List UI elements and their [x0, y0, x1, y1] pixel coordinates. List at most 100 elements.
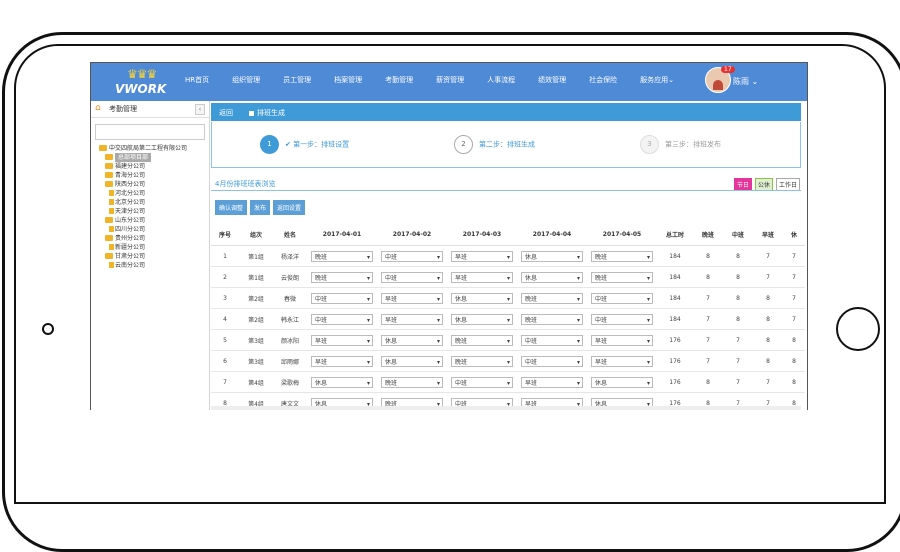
- tree-item[interactable]: 云南分公司: [95, 261, 209, 270]
- nav-item[interactable]: 考勤管理: [385, 75, 413, 85]
- shift-select[interactable]: 早班: [381, 292, 443, 305]
- table-cell: 8: [753, 329, 783, 351]
- shift-select[interactable]: 早班: [591, 355, 653, 368]
- shift-select[interactable]: 休息: [381, 334, 443, 347]
- tree-item[interactable]: 贵州分公司: [95, 234, 209, 243]
- nav-item[interactable]: 档案管理: [334, 75, 362, 85]
- step-3[interactable]: 3 第三步：排班发布: [640, 135, 721, 154]
- nav-item[interactable]: 员工管理: [283, 75, 311, 85]
- shift-select[interactable]: 休息: [451, 313, 513, 326]
- tree-item[interactable]: 福建分公司: [95, 162, 209, 171]
- table-cell: 早班: [307, 350, 377, 372]
- tree-item[interactable]: 山东分公司: [95, 216, 209, 225]
- notification-badge[interactable]: 17: [721, 66, 735, 73]
- step-wizard: 1 ✔ 第一步：排班设置 2 第二步：排班生成 3 第三步：排班发布: [211, 122, 801, 168]
- tree-item[interactable]: 北京分公司: [95, 198, 209, 207]
- table-cell: 梁歌梅: [273, 371, 307, 393]
- tree-item[interactable]: 中交四航局第二工程有限公司: [95, 144, 209, 153]
- tree-item[interactable]: 陕西分公司: [95, 180, 209, 189]
- shift-select[interactable]: 晚班: [311, 271, 373, 284]
- shift-select[interactable]: 晚班: [311, 250, 373, 263]
- step-2[interactable]: 2 第二步：排班生成: [454, 135, 535, 154]
- shift-select[interactable]: 早班: [521, 376, 583, 389]
- shift-select[interactable]: 中班: [521, 334, 583, 347]
- table-cell: 7: [753, 245, 783, 267]
- step-1[interactable]: 1 ✔ 第一步：排班设置: [260, 135, 349, 154]
- table-cell: 7: [693, 287, 723, 309]
- app-logo[interactable]: ♛♛♛ VWORK: [115, 67, 166, 97]
- table-cell: 中班: [307, 287, 377, 309]
- nav-item[interactable]: 人事流程: [487, 75, 515, 85]
- confirm-adjust-button[interactable]: 确认调整: [215, 200, 248, 215]
- org-tree: 中交四航局第二工程有限公司 总部项目部 福建分公司 青海分公司 陕西分公司 河北分公司 北京…: [95, 144, 209, 270]
- home-button[interactable]: [836, 307, 880, 351]
- current-page-label: 排班生成: [249, 108, 285, 118]
- nav-item[interactable]: 组织管理: [232, 75, 260, 85]
- nav-item[interactable]: 绩效管理: [538, 75, 566, 85]
- tree-item[interactable]: 甘肃分公司: [95, 252, 209, 261]
- main-nav: HR首页 组织管理 员工管理 档案管理 考勤管理 薪资管理 人事流程 绩效管理 社会保险 服务应用…: [185, 75, 697, 85]
- shift-select[interactable]: 休息: [521, 271, 583, 284]
- back-link[interactable]: 返回: [219, 108, 233, 118]
- shift-select[interactable]: 中班: [311, 313, 373, 326]
- tree-item[interactable]: 河北分公司: [95, 189, 209, 198]
- shift-select[interactable]: 晚班: [381, 376, 443, 389]
- shift-select[interactable]: 早班: [451, 271, 513, 284]
- user-menu[interactable]: 17 陈雨 ⌄: [705, 66, 801, 97]
- nav-item[interactable]: 薪资管理: [436, 75, 464, 85]
- shift-select[interactable]: 休息: [521, 250, 583, 263]
- table-cell: 晚班: [587, 266, 657, 288]
- shift-select[interactable]: 早班: [311, 334, 373, 347]
- table-cell: 邱雨娜: [273, 350, 307, 372]
- shift-select[interactable]: 中班: [381, 271, 443, 284]
- shift-select[interactable]: 休息: [591, 376, 653, 389]
- shift-select[interactable]: 晚班: [591, 250, 653, 263]
- tree-item[interactable]: 天津分公司: [95, 207, 209, 216]
- shift-select[interactable]: 中班: [591, 292, 653, 305]
- tree-item[interactable]: 新疆分公司: [95, 243, 209, 252]
- file-icon: [109, 199, 114, 205]
- shift-select[interactable]: 中班: [521, 355, 583, 368]
- tree-item[interactable]: 青海分公司: [95, 171, 209, 180]
- shift-select[interactable]: 晚班: [521, 292, 583, 305]
- table-header-row: 序号 组次 姓名 2017-04-01 2017-04-02 2017-04-03 2017…: [211, 224, 805, 246]
- nav-item[interactable]: HR首页: [185, 75, 209, 85]
- file-icon: [109, 208, 114, 214]
- tree-item-label: 甘肃分公司: [115, 253, 146, 260]
- shift-select[interactable]: 晚班: [591, 271, 653, 284]
- crown-icon: ♛♛♛: [127, 67, 157, 81]
- nav-item[interactable]: 社会保险: [589, 75, 617, 85]
- shift-select[interactable]: 休息: [311, 376, 373, 389]
- back-to-settings-button[interactable]: 返回设置: [273, 200, 306, 215]
- shift-select[interactable]: 中班: [311, 292, 373, 305]
- collapse-sidebar-button[interactable]: ‹: [195, 104, 205, 115]
- shift-select[interactable]: 中班: [591, 313, 653, 326]
- shift-select[interactable]: 早班: [311, 355, 373, 368]
- table-cell: 8: [783, 329, 805, 351]
- shift-select[interactable]: 休息: [451, 292, 513, 305]
- file-icon: [109, 226, 114, 232]
- tree-item-label: 河北分公司: [115, 190, 146, 197]
- shift-select[interactable]: 晚班: [521, 313, 583, 326]
- table-cell: 7: [783, 287, 805, 309]
- shift-select[interactable]: 晚班: [451, 355, 513, 368]
- tree-item[interactable]: 四川分公司: [95, 225, 209, 234]
- shift-select[interactable]: 休息: [381, 355, 443, 368]
- shift-select[interactable]: 晚班: [451, 334, 513, 347]
- tree-item[interactable]: 总部项目部: [95, 153, 209, 162]
- sidebar-search-input[interactable]: [95, 124, 205, 140]
- shift-select[interactable]: 早班: [451, 250, 513, 263]
- table-cell: 8: [723, 287, 753, 309]
- user-name[interactable]: 陈雨 ⌄: [733, 76, 758, 87]
- column-header: 序号: [211, 224, 239, 246]
- shift-select[interactable]: 早班: [591, 334, 653, 347]
- table-cell: 晚班: [447, 350, 517, 372]
- shift-select[interactable]: 中班: [381, 250, 443, 263]
- shift-select[interactable]: 早班: [381, 313, 443, 326]
- table-cell: 晚班: [447, 329, 517, 351]
- horizontal-scrollbar[interactable]: [211, 406, 801, 410]
- publish-button[interactable]: 发布: [250, 200, 271, 215]
- nav-item[interactable]: 服务应用⌄: [640, 75, 674, 85]
- column-header: 中班: [723, 224, 753, 246]
- shift-select[interactable]: 中班: [451, 376, 513, 389]
